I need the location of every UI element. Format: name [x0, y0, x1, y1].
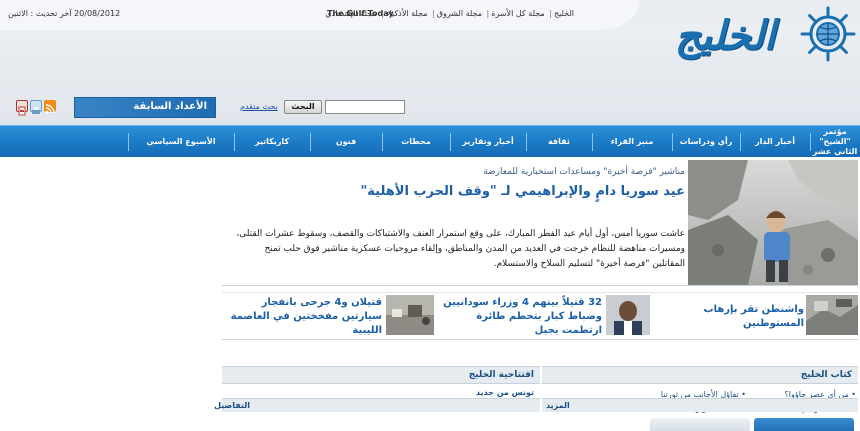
print-icon[interactable]	[30, 100, 42, 114]
nav-item-arts[interactable]: فنون	[310, 126, 382, 158]
lead-summary: عاشت سوريا أمس، أول أيام عيد الفطر المبا…	[236, 229, 685, 269]
bottom-tabs	[540, 418, 858, 431]
nav-list: مؤتمر "الشيخ" الثاني عشر أخبار الدار رأي…	[0, 126, 860, 158]
panel-footer: التفاصيل المزيد	[214, 398, 858, 416]
divider	[222, 285, 858, 286]
more-link[interactable]: المزيد	[546, 401, 570, 410]
advanced-search-link[interactable]: بحث متقدم	[240, 102, 278, 111]
archive-label: الأعداد السابقة	[133, 101, 207, 112]
nav-item-caricature[interactable]: كاريكاتير	[234, 126, 310, 158]
nav-item-stations[interactable]: محطات	[382, 126, 450, 158]
bottom-tab[interactable]	[754, 418, 854, 431]
lead-story-photo[interactable]	[688, 160, 858, 285]
panel-header: كتاب الخليج	[542, 366, 858, 384]
site-logo[interactable]: الخليج	[650, 6, 856, 66]
last-update-text: 20/08/2012 آخر تحديث : الاثنين	[8, 9, 121, 18]
nav-item-opinion[interactable]: رأي ودراسات	[672, 126, 740, 158]
top-link-economic[interactable]: مجلة الإقتصادي	[325, 9, 376, 18]
nav-item-reports[interactable]: أخبار وتقارير	[450, 126, 526, 158]
nav-item-readers[interactable]: منبر القراء	[592, 126, 672, 158]
editorial-link[interactable]: تونس من جديد	[476, 388, 534, 397]
nav-item-conference[interactable]: مؤتمر "الشيخ" الثاني عشر	[810, 126, 860, 158]
lead-kicker[interactable]: مناشير "فرصة أخيرة" ومساعدات استخبارية ل…	[225, 167, 685, 177]
main-nav: مؤتمر "الشيخ" الثاني عشر أخبار الدار رأي…	[0, 125, 860, 157]
feed-icons	[16, 100, 56, 116]
secondary-stories: واشنطن تقر بإرهاب المستوطنين 32 قتيلاً ب…	[222, 292, 858, 340]
nav-item-political-week[interactable]: الأسبوع السياسي	[128, 126, 234, 158]
search-input[interactable]	[325, 100, 405, 114]
editorial-header[interactable]: افتتاحية الخليج	[469, 370, 534, 380]
story-item[interactable]: 32 قتيلاً بينهم 4 وزراء سودانيين وضباط ك…	[436, 293, 650, 339]
left-gutter	[0, 157, 222, 431]
archive-dropdown[interactable]: الأعداد السابقة	[74, 97, 216, 118]
story-item[interactable]: قتيلان و4 جرحى بانفجار سيارتين مفخختين ف…	[222, 293, 434, 339]
story-thumbnail[interactable]	[386, 295, 434, 335]
site-header: 20/08/2012 آخر تحديث : الاثنين The Gulf …	[0, 0, 860, 125]
top-link-shorouq[interactable]: مجلة الشروق	[437, 9, 482, 18]
story-title[interactable]: 32 قتيلاً بينهم 4 وزراء سودانيين وضباط ك…	[436, 296, 602, 338]
writers-header[interactable]: كتاب الخليج	[801, 370, 852, 380]
top-links: الخليج| مجلة كل الأسرة| مجلة الشروق| مجل…	[325, 9, 574, 18]
logo-wordmark: الخليج	[674, 13, 777, 59]
story-item[interactable]: واشنطن تقر بإرهاب المستوطنين	[664, 293, 858, 339]
nav-item-culture[interactable]: ثقافة	[526, 126, 592, 158]
bottom-tab[interactable]	[650, 418, 750, 431]
details-link[interactable]: التفاصيل	[214, 401, 250, 410]
ship-wheel-icon	[800, 6, 856, 62]
top-link-alkhaleej[interactable]: الخليج	[554, 9, 574, 18]
rss-icon[interactable]	[44, 100, 56, 114]
top-link-family-magazine[interactable]: مجلة كل الأسرة	[491, 9, 544, 18]
story-thumbnail[interactable]	[606, 295, 650, 335]
lead-headline[interactable]: عيد سوريا دامٍ والإبراهيمي لـ "وقف الحرب…	[225, 184, 686, 199]
more-tab: المزيد	[542, 398, 858, 412]
panel-header: افتتاحية الخليج	[222, 366, 540, 384]
top-link-smart[interactable]: مجلة الأذكياء	[386, 9, 428, 18]
story-title[interactable]: قتيلان و4 جرحى بانفجار سيارتين مفخختين ف…	[224, 296, 382, 338]
search-button[interactable]: البحث	[284, 100, 322, 114]
pdf-icon[interactable]	[16, 100, 28, 116]
details-tab: التفاصيل	[214, 398, 540, 412]
nav-item-house-news[interactable]: أخبار الدار	[740, 126, 810, 158]
story-thumbnail[interactable]	[806, 295, 858, 335]
story-title[interactable]: واشنطن تقر بإرهاب المستوطنين	[668, 303, 804, 331]
